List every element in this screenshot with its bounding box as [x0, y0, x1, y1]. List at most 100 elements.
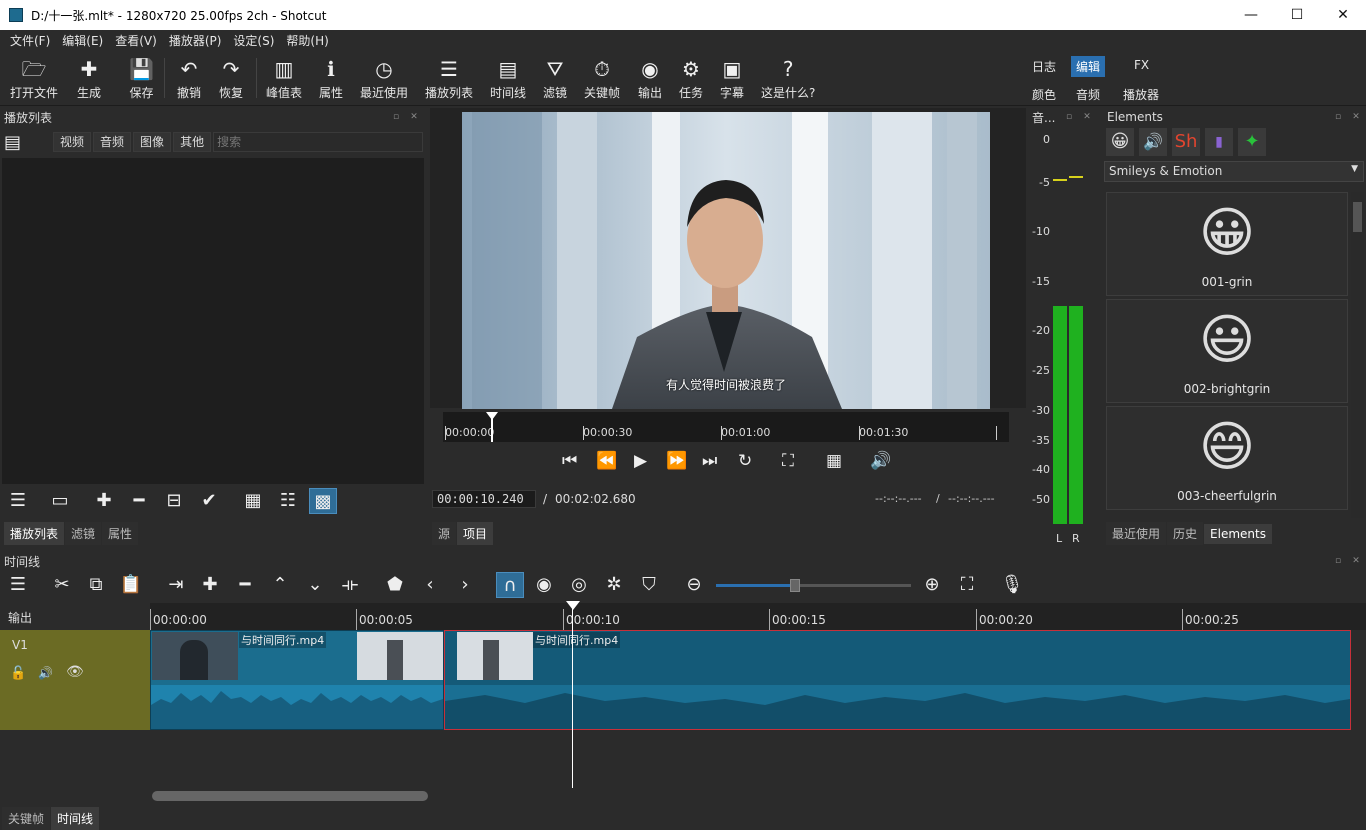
- timeline-clip-selected[interactable]: 与时间同行.mp4: [444, 630, 1351, 730]
- track-header-v1[interactable]: V1 🔓 🔊 👁: [0, 630, 150, 730]
- tab-recent[interactable]: 最近使用: [1106, 522, 1167, 545]
- float-panel-icon[interactable]: ▫: [390, 111, 402, 123]
- tab-playlist[interactable]: 播放列表: [4, 522, 65, 545]
- layout-audio[interactable]: 音频: [1071, 84, 1105, 105]
- zoom-out-icon[interactable]: ⊖: [680, 572, 708, 598]
- elements-category-select[interactable]: Smileys & Emotion ▼: [1104, 161, 1364, 182]
- snap-icon[interactable]: ∩: [496, 572, 524, 598]
- close-panel-icon[interactable]: ✕: [1081, 111, 1093, 123]
- remove-icon[interactable]: ━: [125, 488, 153, 514]
- text-tab-icon[interactable]: Sh: [1172, 128, 1200, 156]
- timeline-scrollbar[interactable]: [150, 790, 1350, 802]
- tab-project[interactable]: 项目: [457, 522, 494, 545]
- ripple-markers-icon[interactable]: ⛉: [635, 572, 663, 598]
- check-icon[interactable]: ✔: [195, 488, 223, 514]
- close-button[interactable]: ✕: [1320, 0, 1366, 30]
- menu-settings[interactable]: 设定(S): [227, 32, 280, 49]
- close-panel-icon[interactable]: ✕: [1350, 555, 1362, 567]
- cut-icon[interactable]: ✂: [48, 572, 76, 598]
- tab-source[interactable]: 源: [432, 522, 457, 545]
- speaker-tab-icon[interactable]: 🔊: [1139, 128, 1167, 156]
- microphone-icon[interactable]: 🎙: [998, 572, 1026, 598]
- marker-icon[interactable]: ⬟: [381, 572, 409, 598]
- mute-icon[interactable]: 🔊: [38, 666, 53, 680]
- properties-button[interactable]: ℹ 属性: [319, 56, 343, 101]
- tab-history[interactable]: 历史: [1167, 522, 1204, 545]
- layout-color[interactable]: 颜色: [1027, 84, 1061, 105]
- ripple-all-icon[interactable]: ✲: [600, 572, 628, 598]
- layout-editing[interactable]: 编辑: [1071, 56, 1106, 77]
- add-track-icon[interactable]: ✚: [196, 572, 224, 598]
- layout-fx[interactable]: FX: [1129, 56, 1154, 74]
- tab-timeline[interactable]: 时间线: [51, 807, 100, 830]
- peak-meter-button[interactable]: ▥ 峰值表: [266, 56, 302, 101]
- menu-edit[interactable]: 编辑(E): [56, 32, 109, 49]
- menu-icon[interactable]: ☰: [4, 488, 32, 514]
- filters-button[interactable]: ⛛ 滤镜: [543, 56, 567, 101]
- redo-button[interactable]: ↷ 恢复: [219, 56, 243, 101]
- zoom-in-icon[interactable]: ⊕: [918, 572, 946, 598]
- previous-marker-icon[interactable]: ‹: [416, 572, 444, 598]
- open-folder-icon[interactable]: ▭: [46, 488, 74, 514]
- keyframes-button[interactable]: ⏱ 关键帧: [584, 56, 620, 101]
- close-panel-icon[interactable]: ✕: [408, 111, 420, 123]
- video-preview[interactable]: 有人觉得时间被浪费了: [462, 112, 990, 409]
- timeline-button[interactable]: ▤ 时间线: [490, 56, 526, 101]
- float-panel-icon[interactable]: ▫: [1332, 111, 1344, 123]
- lock-icon[interactable]: 🔓: [10, 666, 26, 681]
- timeline-ruler[interactable]: 00:00:00 00:00:05 00:00:10 00:00:15 00:0…: [150, 603, 1366, 630]
- undo-button[interactable]: ↶ 撤销: [177, 56, 201, 101]
- skip-previous-icon[interactable]: ⏮: [562, 451, 577, 471]
- copy-icon[interactable]: ⧉: [82, 572, 110, 598]
- sparkle-tab-icon[interactable]: ✦: [1238, 128, 1266, 156]
- menu-file[interactable]: 文件(F): [4, 32, 56, 49]
- play-icon[interactable]: ▶: [634, 451, 647, 471]
- lift-icon[interactable]: ⌃: [266, 572, 294, 598]
- tab-keyframes[interactable]: 关键帧: [2, 807, 51, 830]
- zoom-fit-icon[interactable]: ⛶: [953, 572, 981, 598]
- elements-scrollbar[interactable]: [1351, 192, 1364, 518]
- overwrite-icon[interactable]: ⌄: [301, 572, 329, 598]
- timeline-playhead-marker[interactable]: [566, 601, 580, 610]
- grid-view-icon[interactable]: ▩: [309, 488, 337, 514]
- rewind-icon[interactable]: ⏪: [596, 451, 617, 471]
- tab-properties[interactable]: 属性: [102, 522, 139, 545]
- split-icon[interactable]: ⟛: [336, 572, 364, 598]
- loop-icon[interactable]: ↻: [738, 451, 752, 471]
- recent-button[interactable]: ◷ 最近使用: [360, 56, 408, 101]
- float-panel-icon[interactable]: ▫: [1063, 111, 1075, 123]
- generate-button[interactable]: ✚ 生成: [77, 56, 101, 101]
- subtitles-button[interactable]: ▣ 字幕: [720, 56, 744, 101]
- player-scrub-bar[interactable]: 00:00:00 00:00:30 00:01:00 00:01:30: [443, 412, 1009, 442]
- filter-image-button[interactable]: 图像: [133, 132, 172, 152]
- fast-forward-icon[interactable]: ⏩: [666, 451, 687, 471]
- zoom-fit-icon[interactable]: ⛶: [782, 451, 794, 471]
- zoom-slider[interactable]: [716, 579, 911, 592]
- list-view-icon[interactable]: ☷: [274, 488, 302, 514]
- menu-view[interactable]: 查看(V): [109, 32, 163, 49]
- whats-this-button[interactable]: ? 这是什么?: [761, 56, 815, 101]
- playlist-view-icon[interactable]: ▤: [4, 132, 21, 153]
- update-icon[interactable]: ⊟: [160, 488, 188, 514]
- scrub-icon[interactable]: ◉: [530, 572, 558, 598]
- element-item[interactable]: 😃 002-brightgrin: [1106, 299, 1348, 403]
- append-icon[interactable]: ⇥: [162, 572, 190, 598]
- minimize-button[interactable]: —: [1228, 0, 1274, 30]
- layout-player[interactable]: 播放器: [1118, 84, 1164, 105]
- filter-other-button[interactable]: 其他: [173, 132, 212, 152]
- details-view-icon[interactable]: ▦: [239, 488, 267, 514]
- jobs-button[interactable]: ⚙ 任务: [679, 56, 703, 101]
- add-icon[interactable]: ✚: [90, 488, 118, 514]
- timeline-clip[interactable]: 与时间同行.mp4: [150, 630, 444, 730]
- tab-filters[interactable]: 滤镜: [65, 522, 102, 545]
- filter-video-button[interactable]: 视频: [53, 132, 92, 152]
- volume-icon[interactable]: 🔊: [870, 451, 891, 471]
- next-marker-icon[interactable]: ›: [451, 572, 479, 598]
- close-panel-icon[interactable]: ✕: [1350, 111, 1362, 123]
- menu-player[interactable]: 播放器(P): [163, 32, 228, 49]
- shape-tab-icon[interactable]: ▮: [1205, 128, 1233, 156]
- current-timecode-field[interactable]: 00:00:10.240: [432, 490, 536, 508]
- element-item[interactable]: 😀 001-grin: [1106, 192, 1348, 296]
- skip-next-icon[interactable]: ⏭: [702, 451, 717, 471]
- menu-help[interactable]: 帮助(H): [280, 32, 334, 49]
